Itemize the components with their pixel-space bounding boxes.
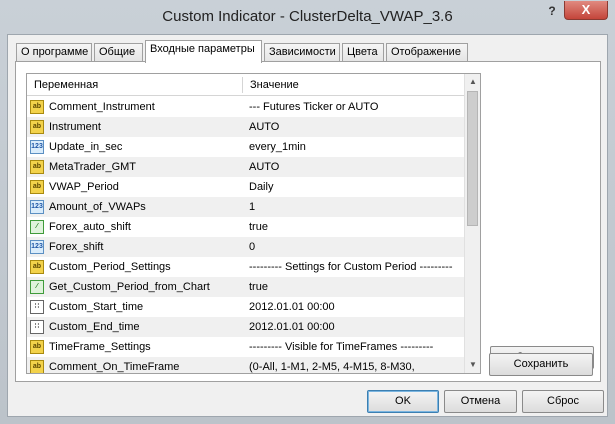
datetime-type-icon: ∷ [30, 300, 44, 314]
inputs-tab-page: Переменная Значение ab Comment_Instrument… [15, 61, 601, 382]
parameter-value[interactable]: true [249, 217, 463, 237]
integer-type-icon: 123 [30, 240, 44, 254]
parameter-value[interactable]: --------- Settings for Custom Period ---… [249, 257, 463, 277]
dialog-window: Custom Indicator - ClusterDelta_VWAP_3.6… [0, 0, 615, 424]
parameter-row[interactable]: ab Comment_On_TimeFrame (0-All, 1-M1, 2-M5… [27, 357, 465, 373]
parameter-value[interactable]: 2012.01.01 00:00 [249, 297, 463, 317]
scroll-up-icon[interactable]: ▲ [465, 74, 480, 90]
grid-scrollbar[interactable]: ▲ ▼ [464, 74, 480, 373]
tab-about[interactable]: О программе [16, 43, 92, 62]
string-type-icon: ab [30, 260, 44, 274]
tab-dependencies[interactable]: Зависимости [264, 43, 340, 62]
help-button[interactable]: ? [545, 4, 559, 18]
boolean-type-icon: ⁄ [30, 280, 44, 294]
dialog-client-area: О программе Общие Входные параметры Зави… [7, 34, 608, 417]
parameter-value[interactable]: 1 [249, 197, 463, 217]
integer-type-icon: 123 [30, 200, 44, 214]
parameter-row[interactable]: ⁄ Forex_auto_shift true [27, 217, 465, 237]
parameter-row[interactable]: 123 Forex_shift 0 [27, 237, 465, 257]
parameter-row[interactable]: ab Custom_Period_Settings --------- Settin… [27, 257, 465, 277]
title-bar[interactable]: Custom Indicator - ClusterDelta_VWAP_3.6… [0, 0, 615, 34]
parameter-name: Update_in_sec [49, 141, 123, 153]
cancel-button[interactable]: Отмена [444, 390, 517, 413]
parameter-value[interactable]: (0-All, 1-M1, 2-M5, 4-M15, 8-M30, [249, 357, 463, 373]
parameter-name: Get_Custom_Period_from_Chart [49, 281, 210, 293]
datetime-type-icon: ∷ [30, 320, 44, 334]
parameter-row[interactable]: ab Comment_Instrument --- Futures Ticker o… [27, 97, 465, 117]
parameter-row[interactable]: ab TimeFrame_Settings --------- Visible fo… [27, 337, 465, 357]
close-button[interactable]: X [564, 1, 608, 20]
column-header-variable[interactable]: Переменная [27, 74, 98, 96]
parameter-name: Comment_On_TimeFrame [49, 361, 180, 373]
string-type-icon: ab [30, 160, 44, 174]
parameter-row[interactable]: ab VWAP_Period Daily [27, 177, 465, 197]
parameter-value[interactable]: 2012.01.01 00:00 [249, 317, 463, 337]
scroll-thumb[interactable] [467, 91, 478, 226]
parameter-name: Custom_Start_time [49, 301, 144, 313]
parameter-value[interactable]: Daily [249, 177, 463, 197]
string-type-icon: ab [30, 360, 44, 373]
parameter-row[interactable]: 123 Amount_of_VWAPs 1 [27, 197, 465, 217]
parameter-row[interactable]: ab MetaTrader_GMT AUTO [27, 157, 465, 177]
parameter-row[interactable]: ∷ Custom_End_time 2012.01.01 00:00 [27, 317, 465, 337]
parameter-name: Custom_End_time [49, 321, 140, 333]
string-type-icon: ab [30, 180, 44, 194]
string-type-icon: ab [30, 120, 44, 134]
parameter-name: MetaTrader_GMT [49, 161, 137, 173]
parameter-name: Comment_Instrument [49, 101, 155, 113]
parameters-grid: Переменная Значение ab Comment_Instrument… [26, 73, 481, 374]
window-title: Custom Indicator - ClusterDelta_VWAP_3.6 [162, 8, 453, 25]
parameter-row[interactable]: 123 Update_in_sec every_1min [27, 137, 465, 157]
parameter-value[interactable]: true [249, 277, 463, 297]
parameter-row[interactable]: ab Instrument AUTO [27, 117, 465, 137]
string-type-icon: ab [30, 100, 44, 114]
grid-rows: ab Comment_Instrument --- Futures Ticker o… [27, 97, 465, 373]
string-type-icon: ab [30, 340, 44, 354]
parameter-value[interactable]: --------- Visible for TimeFrames -------… [249, 337, 463, 357]
parameter-value[interactable]: AUTO [249, 117, 463, 137]
parameter-name: VWAP_Period [49, 181, 119, 193]
parameter-value[interactable]: AUTO [249, 157, 463, 177]
tab-colors[interactable]: Цвета [342, 43, 384, 62]
save-button[interactable]: Сохранить [489, 353, 593, 376]
reset-button[interactable]: Сброс [522, 390, 604, 413]
ok-button[interactable]: OK [367, 390, 439, 413]
parameter-name: Forex_shift [49, 241, 104, 253]
scroll-down-icon[interactable]: ▼ [465, 357, 480, 373]
parameter-name: Forex_auto_shift [49, 221, 131, 233]
parameter-name: TimeFrame_Settings [49, 341, 151, 353]
column-header-value[interactable]: Значение [243, 74, 299, 96]
integer-type-icon: 123 [30, 140, 44, 154]
tab-visualization[interactable]: Отображение [386, 43, 468, 62]
boolean-type-icon: ⁄ [30, 220, 44, 234]
parameter-row[interactable]: ∷ Custom_Start_time 2012.01.01 00:00 [27, 297, 465, 317]
parameter-name: Custom_Period_Settings [49, 261, 171, 273]
grid-header: Переменная Значение [27, 74, 465, 96]
tab-inputs[interactable]: Входные параметры [145, 40, 262, 63]
parameter-value[interactable]: 0 [249, 237, 463, 257]
parameter-name: Instrument [49, 121, 101, 133]
parameter-value[interactable]: --- Futures Ticker or AUTO [249, 97, 463, 117]
parameter-row[interactable]: ⁄ Get_Custom_Period_from_Chart true [27, 277, 465, 297]
parameter-value[interactable]: every_1min [249, 137, 463, 157]
parameter-name: Amount_of_VWAPs [49, 201, 146, 213]
tab-common[interactable]: Общие [94, 43, 143, 62]
close-icon: X [581, 2, 591, 17]
